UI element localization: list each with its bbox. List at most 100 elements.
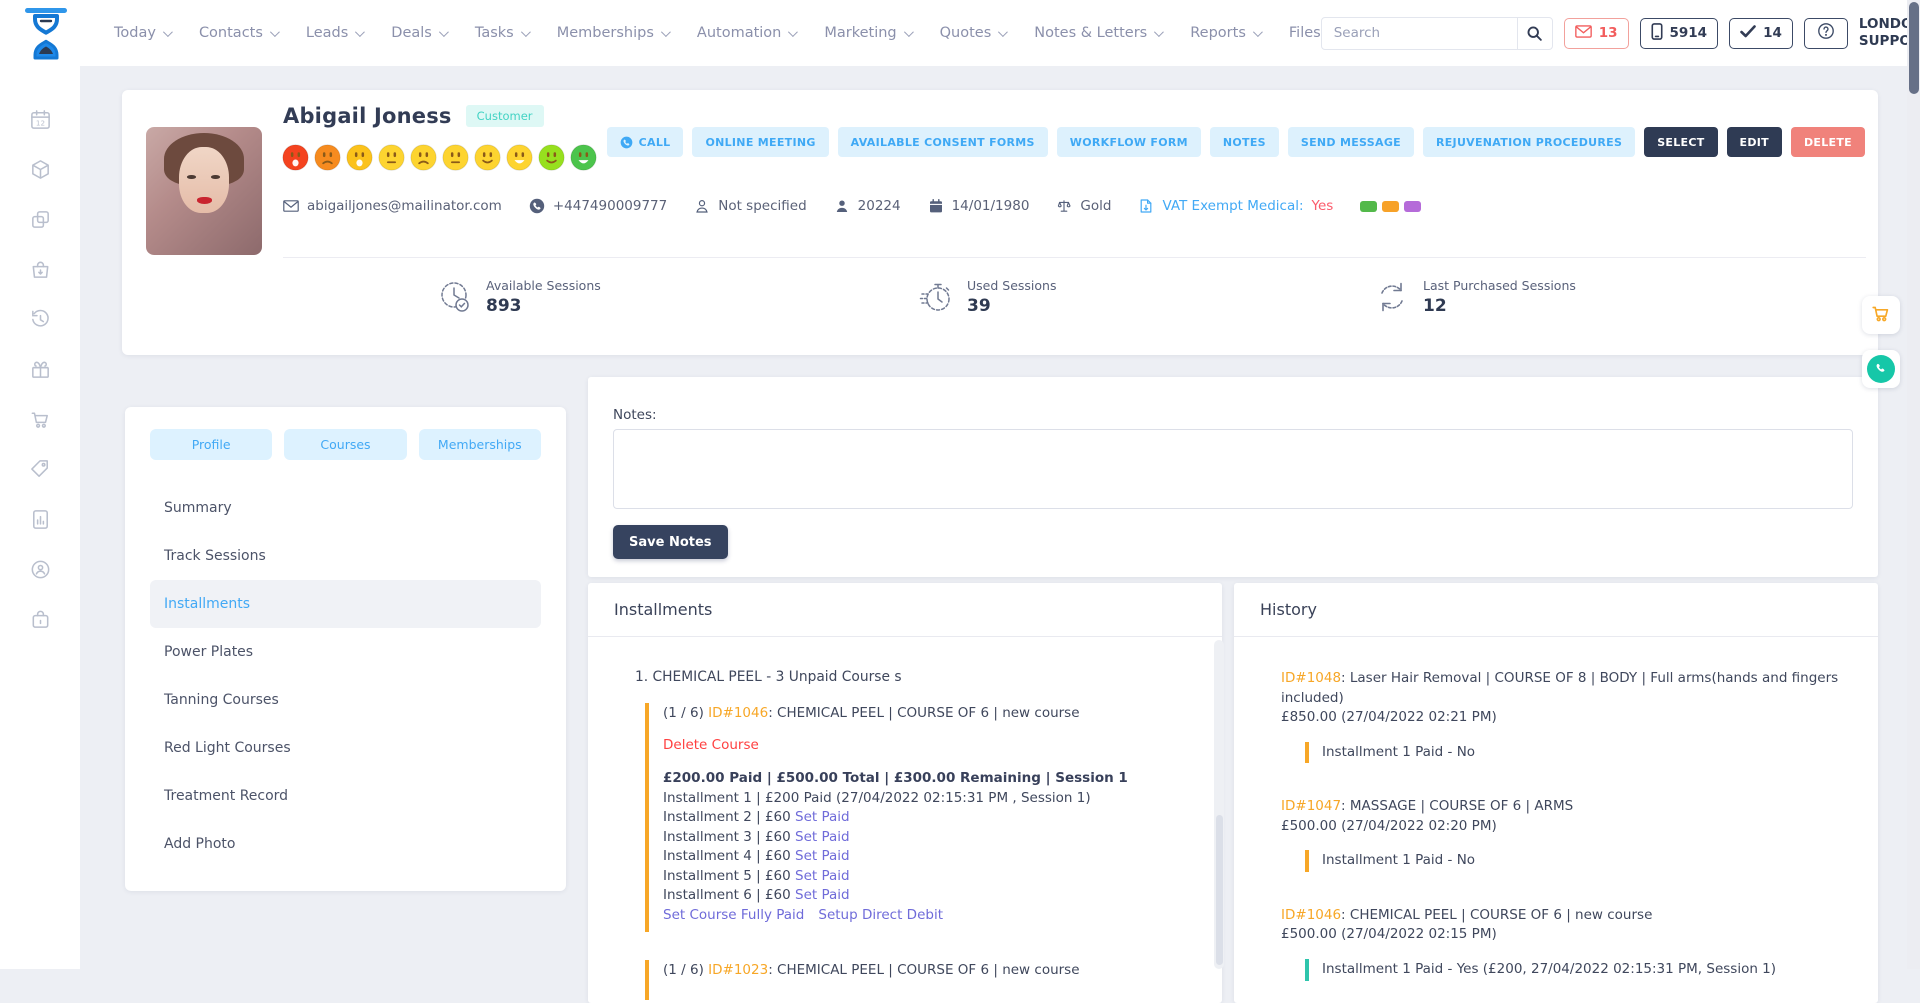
rail-item-package-icon[interactable] xyxy=(0,144,80,194)
mood-emoji-7[interactable] xyxy=(474,144,501,171)
workflow-form-button[interactable]: WORKFLOW FORM xyxy=(1057,127,1201,157)
send-message-button[interactable]: SEND MESSAGE xyxy=(1288,127,1414,157)
tasks-badge[interactable]: 14 xyxy=(1729,18,1793,49)
nav-item-files[interactable]: Files xyxy=(1289,25,1321,41)
rail-item-membership-renewal-icon[interactable] xyxy=(0,544,80,594)
installment-text: Installment 5 | £60 xyxy=(663,868,795,884)
mood-emoji-9[interactable] xyxy=(538,144,565,171)
floating-call-button[interactable] xyxy=(1862,350,1900,388)
course-id[interactable]: ID#1023 xyxy=(708,962,768,978)
course-name: : CHEMICAL PEEL | COURSE OF 6 | new cour… xyxy=(768,705,1079,721)
mood-emoji-5[interactable] xyxy=(410,144,437,171)
menu-item-treatment-record[interactable]: Treatment Record xyxy=(150,772,541,820)
menu-item-red-light-courses[interactable]: Red Light Courses xyxy=(150,724,541,772)
set-paid-link[interactable]: Set Paid xyxy=(795,887,850,903)
menu-item-add-photo[interactable]: Add Photo xyxy=(150,820,541,868)
menu-item-tanning-courses[interactable]: Tanning Courses xyxy=(150,676,541,724)
mood-scale xyxy=(282,144,597,171)
mail-icon xyxy=(1575,25,1592,42)
set-paid-link[interactable]: Set Paid xyxy=(795,809,850,825)
set-paid-link[interactable]: Set Paid xyxy=(795,848,850,864)
search-input[interactable] xyxy=(1322,25,1517,41)
button-label: NOTES xyxy=(1223,136,1266,149)
nav-item-tasks[interactable]: Tasks xyxy=(475,25,528,41)
set-paid-link[interactable]: Set Paid xyxy=(795,868,850,884)
rail-item-copy-icon[interactable] xyxy=(0,194,80,244)
installment-line: Installment 2 | £60 Set Paid xyxy=(663,808,1202,828)
online-meeting-button[interactable]: ONLINE MEETING xyxy=(692,127,828,157)
help-badge[interactable] xyxy=(1804,18,1848,49)
vat-exempt-value: Yes xyxy=(1312,198,1334,214)
history-course-id[interactable]: ID#1048 xyxy=(1281,670,1341,686)
notes-textarea[interactable] xyxy=(613,429,1853,509)
available-consent-forms-button[interactable]: AVAILABLE CONSENT FORMS xyxy=(838,127,1048,157)
envelope-icon xyxy=(283,198,299,214)
rail-item-calendar-icon[interactable]: 12 xyxy=(0,94,80,144)
nav-item-today[interactable]: Today xyxy=(114,25,170,41)
set-paid-link[interactable]: Set Paid xyxy=(795,829,850,845)
select-button[interactable]: SELECT xyxy=(1644,127,1717,157)
nav-item-reports[interactable]: Reports xyxy=(1190,25,1260,41)
mood-emoji-10[interactable] xyxy=(570,144,597,171)
mood-emoji-8[interactable] xyxy=(506,144,533,171)
menu-item-power-plates[interactable]: Power Plates xyxy=(150,628,541,676)
history-status: Installment 1 Paid - No xyxy=(1305,742,1858,764)
phone-badge[interactable]: 5914 xyxy=(1640,18,1719,49)
search-icon[interactable] xyxy=(1517,18,1552,49)
mood-emoji-3[interactable] xyxy=(346,144,373,171)
calendar-icon: 12 xyxy=(29,108,52,131)
tab-profile[interactable]: Profile xyxy=(150,429,272,460)
customer-photo[interactable] xyxy=(146,127,262,255)
mood-emoji-2[interactable] xyxy=(314,144,341,171)
history-course-id[interactable]: ID#1046 xyxy=(1281,907,1341,923)
delete-button[interactable]: DELETE xyxy=(1791,127,1865,157)
stopwatch-icon xyxy=(918,279,954,315)
nav-item-memberships[interactable]: Memberships xyxy=(557,25,668,41)
rejuvenation-procedures-button[interactable]: REJUVENATION PROCEDURES xyxy=(1423,127,1635,157)
rail-item-history-icon[interactable] xyxy=(0,294,80,344)
nav-item-contacts[interactable]: Contacts xyxy=(199,25,277,41)
tab-courses[interactable]: Courses xyxy=(284,429,406,460)
nav-item-notes-letters[interactable]: Notes & Letters xyxy=(1034,25,1161,41)
mood-emoji-4[interactable] xyxy=(378,144,405,171)
stat-used-sessions: Used Sessions39 xyxy=(918,278,1056,316)
nav-item-automation[interactable]: Automation xyxy=(697,25,795,41)
nav-item-leads[interactable]: Leads xyxy=(306,25,362,41)
rail-item-report-icon[interactable] xyxy=(0,494,80,544)
menu-item-summary[interactable]: Summary xyxy=(150,484,541,532)
setup-direct-debit-link[interactable]: Setup Direct Debit xyxy=(818,907,943,923)
nav-item-marketing[interactable]: Marketing xyxy=(824,25,910,41)
menu-item-installments[interactable]: Installments xyxy=(150,580,541,628)
panel-scrollbar[interactable] xyxy=(1214,640,1224,969)
call-button[interactable]: CALL xyxy=(607,127,684,157)
mood-emoji-6[interactable] xyxy=(442,144,469,171)
course-id[interactable]: ID#1046 xyxy=(708,705,768,721)
nav-item-quotes[interactable]: Quotes xyxy=(940,25,1006,41)
contact-phone: +447490009777 xyxy=(529,198,667,214)
notes-button[interactable]: NOTES xyxy=(1210,127,1279,157)
report-icon xyxy=(29,508,52,531)
rail-item-security-icon[interactable] xyxy=(0,594,80,644)
course-title: (1 / 6) ID#1023: CHEMICAL PEEL | COURSE … xyxy=(663,962,1202,978)
mood-emoji-1[interactable] xyxy=(282,144,309,171)
mail-badge[interactable]: 13 xyxy=(1564,18,1629,49)
save-notes-button[interactable]: Save Notes xyxy=(613,525,728,559)
history-course-id[interactable]: ID#1047 xyxy=(1281,798,1341,814)
page-scrollbar[interactable] xyxy=(1907,0,1920,969)
history-title: History xyxy=(1234,583,1878,637)
customer-actions: CALL ONLINE MEETING AVAILABLE CONSENT FORM… xyxy=(607,127,1865,157)
course-group-title: 1. CHEMICAL PEEL - 3 Unpaid Course s xyxy=(635,669,1202,685)
floating-cart-button[interactable] xyxy=(1862,296,1900,334)
customer-name: Abigail Joness xyxy=(283,104,452,128)
edit-button[interactable]: EDIT xyxy=(1727,127,1782,157)
rail-item-price-tags-icon[interactable] xyxy=(0,444,80,494)
rail-item-bag-icon[interactable] xyxy=(0,244,80,294)
nav-item-deals[interactable]: Deals xyxy=(391,25,446,41)
app-logo-hourglass-icon[interactable] xyxy=(24,7,68,59)
menu-item-track-sessions[interactable]: Track Sessions xyxy=(150,532,541,580)
rail-item-gift-icon[interactable] xyxy=(0,344,80,394)
tab-memberships[interactable]: Memberships xyxy=(419,429,541,460)
set-course-fully-paid-link[interactable]: Set Course Fully Paid xyxy=(663,907,804,923)
rail-item-cart-icon[interactable] xyxy=(0,394,80,444)
delete-course-link[interactable]: Delete Course xyxy=(663,737,1202,753)
